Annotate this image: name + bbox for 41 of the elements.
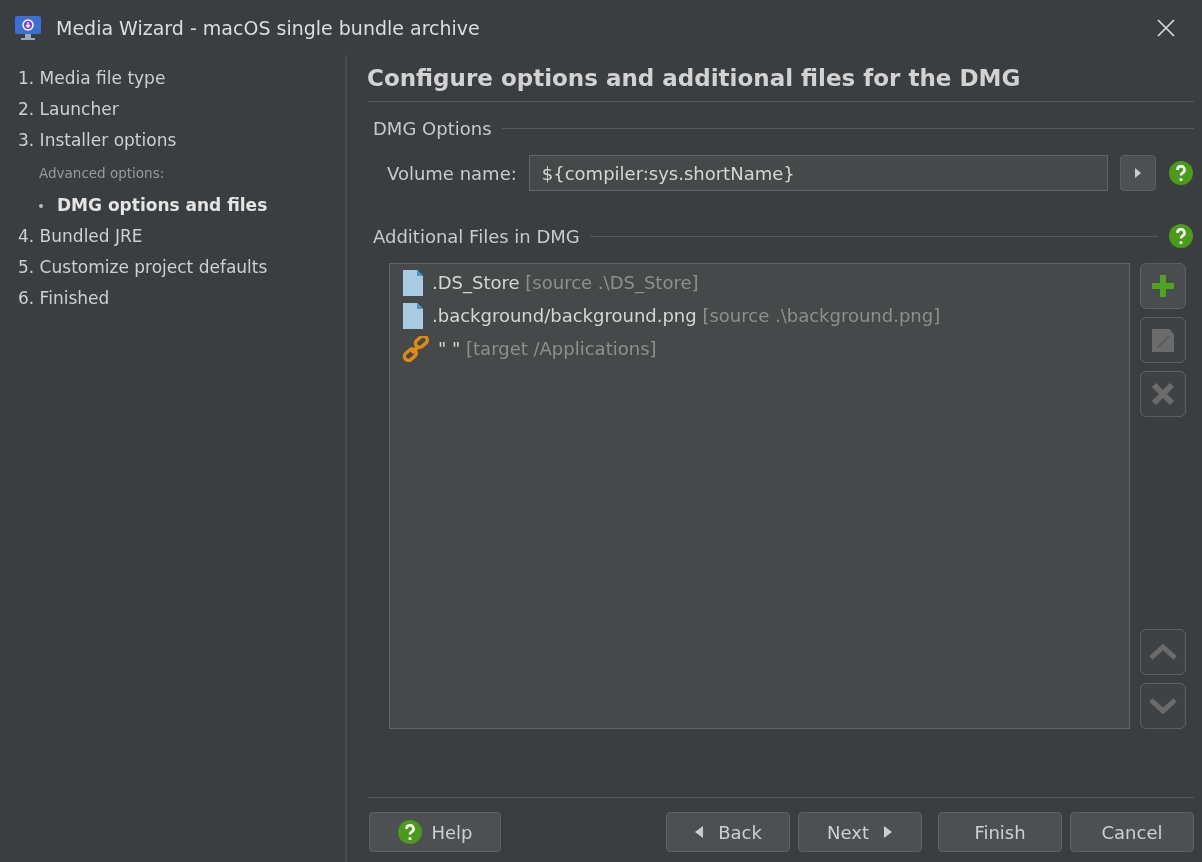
step-item[interactable]: 6. Finished (18, 283, 345, 314)
finish-button[interactable]: Finish (938, 812, 1062, 852)
section-heading: Advanced options: (38, 164, 166, 183)
step-item[interactable]: DMG options and files (57, 190, 268, 221)
close-icon[interactable] (1156, 17, 1176, 38)
triangle-left-icon (694, 825, 705, 839)
group-title: DMG Options (373, 118, 492, 139)
file-icon (402, 301, 424, 330)
step-item[interactable]: 2. Launcher (18, 94, 345, 125)
monitor-icon (14, 14, 42, 41)
field-label: Volume name: (387, 162, 517, 184)
window-title: Media Wizard - macOS single bundle archive (56, 16, 481, 39)
add-button[interactable] (1140, 263, 1186, 309)
step-item[interactable]: 4. Bundled JRE (18, 221, 345, 252)
chevron-down-icon (1149, 698, 1177, 714)
triangle-right-icon (1134, 167, 1142, 179)
chain-link-icon (402, 335, 430, 362)
page-title: Configure options and additional files for the DMG (367, 55, 1194, 102)
list-item[interactable]: .background/background.png [source .\background.png] (432, 305, 941, 326)
help-icon[interactable] (1168, 223, 1194, 249)
help-button[interactable]: Help (369, 812, 501, 852)
list-item[interactable]: .DS_Store [source .\DS_Store] (432, 272, 699, 293)
step-item[interactable]: 5. Customize project defaults (18, 252, 345, 283)
next-button[interactable]: Next (798, 812, 922, 852)
step-item[interactable]: 3. Installer options (18, 125, 345, 156)
variable-button[interactable] (1120, 155, 1156, 191)
note-icon (1150, 326, 1176, 354)
help-icon[interactable] (1168, 160, 1194, 186)
cross-icon (1150, 381, 1176, 407)
help-icon (397, 819, 424, 845)
bullet-icon (39, 203, 43, 208)
triangle-right-icon (882, 825, 893, 839)
volume-name-field[interactable]: ${compiler:sys.shortName} (528, 155, 1108, 191)
plus-icon (1150, 273, 1176, 299)
list-item[interactable]: " " [target /Applications] (438, 338, 657, 359)
step-item[interactable]: 1. Media file type (18, 63, 345, 94)
chevron-up-icon (1149, 644, 1177, 660)
group-title: Additional Files in DMG (373, 225, 580, 247)
cancel-button[interactable]: Cancel (1070, 812, 1194, 852)
file-icon (402, 268, 424, 297)
back-button[interactable]: Back (666, 812, 790, 852)
